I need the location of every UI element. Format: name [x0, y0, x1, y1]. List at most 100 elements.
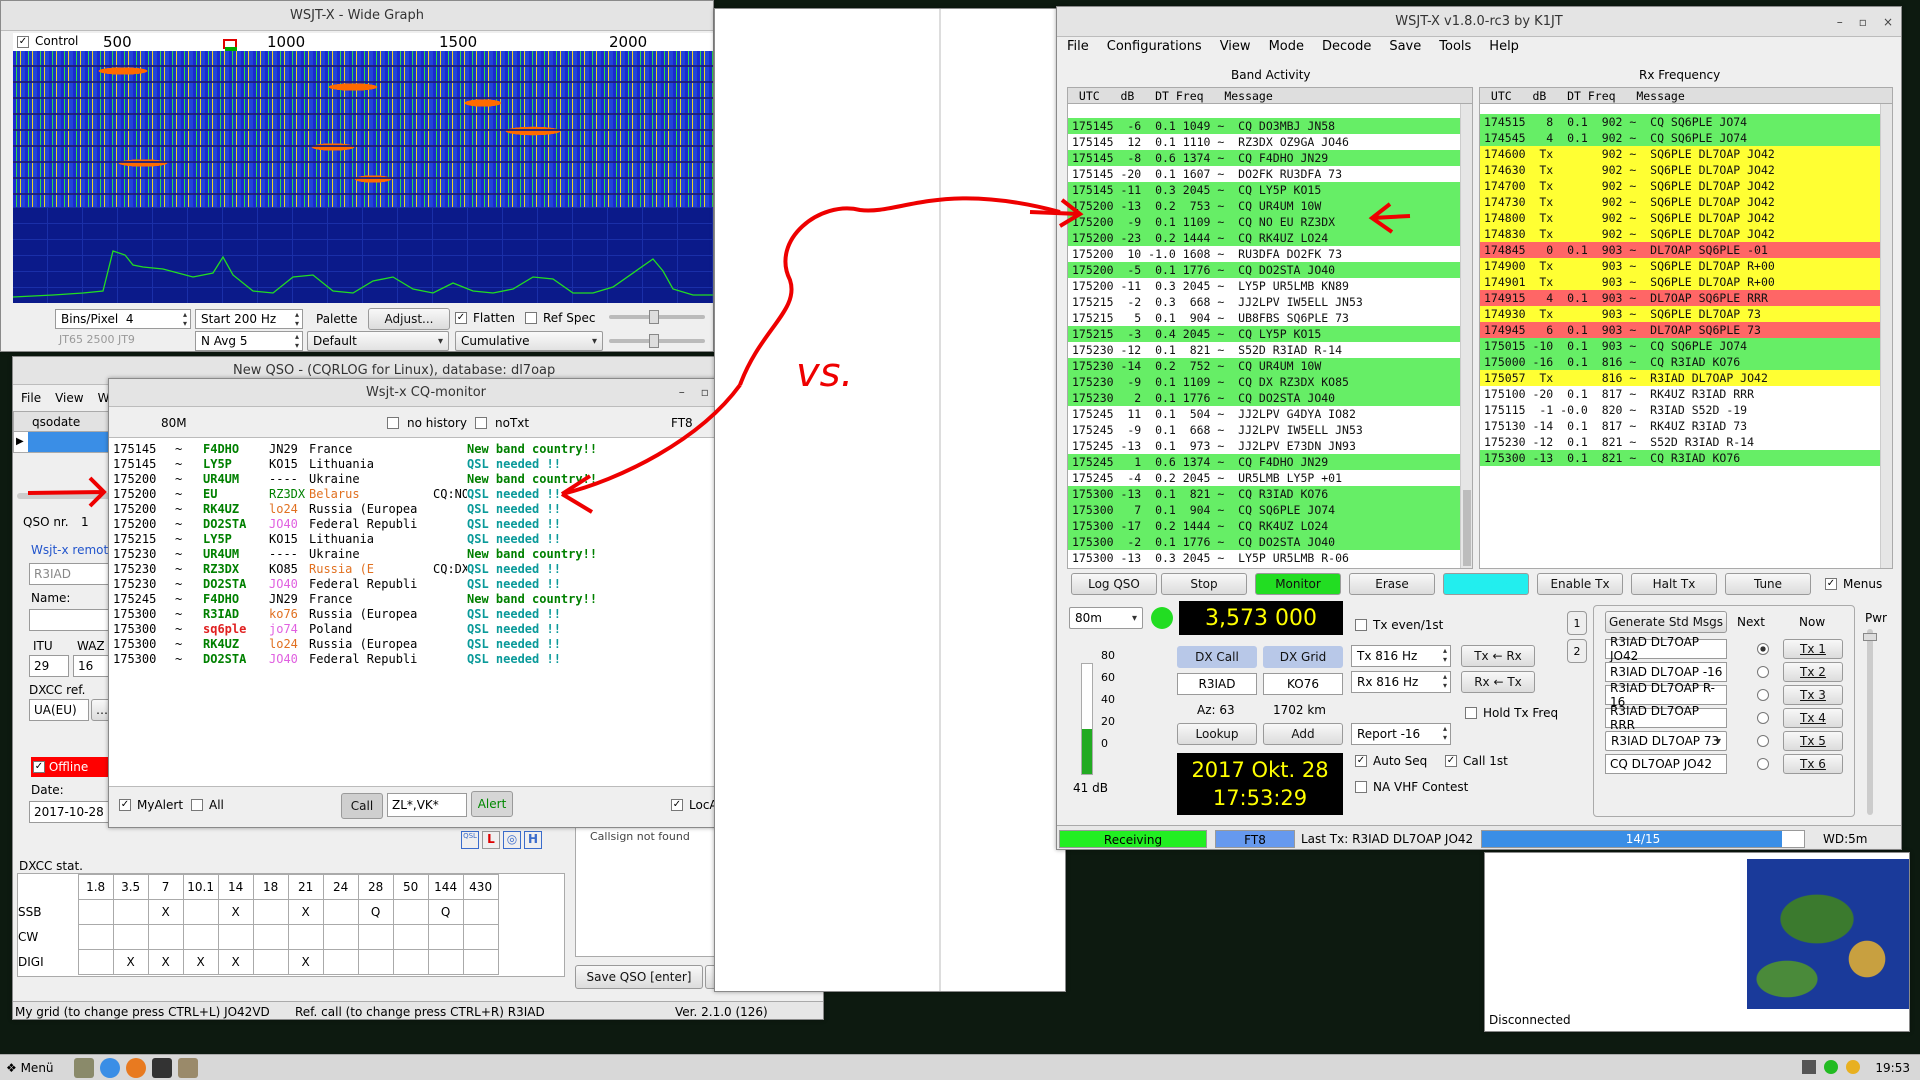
- waz-field[interactable]: 16: [73, 655, 113, 677]
- add-button[interactable]: Add: [1263, 723, 1343, 745]
- name-field[interactable]: [29, 609, 113, 631]
- waterfall-display[interactable]: [13, 51, 713, 207]
- band-activity-row[interactable]: 175200 -5 0.1 1776 ~ CQ DO2STA JO40: [1068, 262, 1460, 278]
- tx-message-5-input[interactable]: R3IAD DL7OAP 73: [1605, 731, 1727, 751]
- erase-button[interactable]: Erase: [1349, 573, 1435, 595]
- gain-slider[interactable]: [609, 310, 705, 324]
- rx-frequency-row[interactable]: 174800 Tx 902 ~ SQ6PLE DL7OAP JO42: [1480, 210, 1880, 226]
- rx-frequency-row[interactable]: 174600 Tx 902 ~ SQ6PLE DL7OAP JO42: [1480, 146, 1880, 162]
- tx-1-button[interactable]: Tx 1: [1783, 639, 1843, 659]
- tx-2-button[interactable]: Tx 2: [1783, 662, 1843, 682]
- generate-std-msgs-button[interactable]: Generate Std Msgs: [1605, 611, 1727, 633]
- rx-frequency-row[interactable]: 174930 Tx 903 ~ SQ6PLE DL7OAP 73: [1480, 306, 1880, 322]
- tx-3-button[interactable]: Tx 3: [1783, 685, 1843, 705]
- localert-checkbox[interactable]: ✓: [671, 799, 683, 811]
- dxcc-ref-field[interactable]: UA(EU): [29, 699, 89, 721]
- chromium-icon[interactable]: [99, 1057, 120, 1078]
- rx-frequency-row[interactable]: 174901 Tx 903 ~ SQ6PLE DL7OAP R+00: [1480, 274, 1880, 290]
- qsodate-grid[interactable]: qsodate ▶: [13, 411, 113, 453]
- save-qso-button[interactable]: Save QSO [enter]: [575, 965, 703, 989]
- power-slider[interactable]: [1863, 629, 1877, 815]
- start-freq-spinbox[interactable]: Start 200 Hz: [195, 309, 303, 329]
- maximize-icon[interactable]: ▫: [1859, 15, 1867, 29]
- rx-frequency-panel[interactable]: UTC dB DT Freq Message 174515 8 0.1 902 …: [1479, 87, 1893, 569]
- menu-decode[interactable]: Decode: [1322, 39, 1371, 54]
- band-activity-row[interactable]: 175200 10 -1.0 1608 ~ RU3DFA DO2FK 73: [1068, 246, 1460, 262]
- band-activity-row[interactable]: 175300 -2 0.1 1776 ~ CQ DO2STA JO40: [1068, 534, 1460, 550]
- cq-monitor-row[interactable]: 175215 ~ LY5P KO15 Lithuania QSL needed !!: [113, 532, 743, 547]
- menu-file[interactable]: File: [1067, 39, 1089, 54]
- call-field[interactable]: R3IAD: [29, 563, 113, 585]
- band-activity-row[interactable]: 175300 -17 0.2 1444 ~ CQ RK4UZ LO24: [1068, 518, 1460, 534]
- tx-from-rx-button[interactable]: Tx ← Rx: [1461, 645, 1535, 667]
- dx-grid-input[interactable]: KO76: [1263, 673, 1343, 695]
- no-history-checkbox[interactable]: [387, 417, 399, 429]
- palette-select[interactable]: Default: [307, 331, 449, 351]
- tx-6-next-radio[interactable]: [1757, 758, 1769, 770]
- cq-monitor-row[interactable]: 175300 ~ R3IAD ko76 Russia (Europea QSL neede…: [113, 607, 743, 622]
- tune-button[interactable]: Tune: [1725, 573, 1811, 595]
- cq-monitor-row[interactable]: 175300 ~ sq6ple jo74 Poland QSL needed !!: [113, 622, 743, 637]
- rx-frequency-row[interactable]: 174915 4 0.1 903 ~ DL7OAP SQ6PLE RRR: [1480, 290, 1880, 306]
- menu-view[interactable]: View: [55, 391, 83, 405]
- band-activity-row[interactable]: 175215 5 0.1 904 ~ UB8FBS SQ6PLE 73: [1068, 310, 1460, 326]
- bins-per-pixel-spinbox[interactable]: Bins/Pixel 4: [55, 309, 191, 329]
- l-icon[interactable]: L: [482, 831, 500, 849]
- minimize-icon[interactable]: –: [679, 385, 685, 399]
- ref-spec-checkbox[interactable]: [525, 312, 537, 324]
- cq-monitor-row[interactable]: 175200 ~ EU RZ3DX Belarus CQ:NO QSL needed !!: [113, 487, 743, 502]
- tray-check-icon[interactable]: [1824, 1060, 1838, 1074]
- cq-monitor-row[interactable]: 175200 ~ RK4UZ lo24 Russia (Europea QSL neede…: [113, 502, 743, 517]
- band-activity-row[interactable]: 175215 -3 0.4 2045 ~ CQ LY5P KO15: [1068, 326, 1460, 342]
- tab-1[interactable]: 1: [1567, 611, 1587, 635]
- rx-frequency-row[interactable]: 175015 -10 0.1 903 ~ CQ SQ6PLE JO74: [1480, 338, 1880, 354]
- cq-monitor-row[interactable]: 175300 ~ DO2STA JO40 Federal Republi QSL need…: [113, 652, 743, 667]
- tx-message-3-input[interactable]: R3IAD DL7OAP R-16: [1605, 681, 1727, 709]
- tx-message-4-input[interactable]: R3IAD DL7OAP RRR: [1605, 704, 1727, 732]
- date-field[interactable]: 2017-10-28: [29, 801, 119, 823]
- tx-2-next-radio[interactable]: [1757, 666, 1769, 678]
- globe-icon[interactable]: ◎: [503, 831, 521, 849]
- close-icon[interactable]: ×: [1883, 15, 1893, 29]
- rx-frequency-row[interactable]: 175100 -20 0.1 817 ~ RK4UZ R3IAD RRR: [1480, 386, 1880, 402]
- cq-monitor-row[interactable]: 175230 ~ DO2STA JO40 Federal Republi QSL need…: [113, 577, 743, 592]
- tx-message-6-input[interactable]: CQ DL7OAP JO42: [1605, 754, 1727, 774]
- band-activity-row[interactable]: 175245 1 0.6 1374 ~ CQ F4DHO JN29: [1068, 454, 1460, 470]
- rx-frequency-row[interactable]: 175115 -1 -0.0 820 ~ R3IAD S52D -19: [1480, 402, 1880, 418]
- tx-4-button[interactable]: Tx 4: [1783, 708, 1843, 728]
- cq-monitor-row[interactable]: 175145 ~ LY5P KO15 Lithuania QSL needed !!: [113, 457, 743, 472]
- wide-graph-titlebar[interactable]: WSJT-X - Wide Graph: [1, 1, 713, 31]
- rx-frequency-row[interactable]: 175300 -13 0.1 821 ~ CQ R3IAD KO76: [1480, 450, 1880, 466]
- rx-frequency-list[interactable]: 174515 8 0.1 902 ~ CQ SQ6PLE JO74 174545 …: [1480, 114, 1880, 466]
- cq-monitor-titlebar[interactable]: Wsjt-x CQ-monitor –▫×: [109, 379, 743, 407]
- band-activity-row[interactable]: 175230 -12 0.1 821 ~ S52D R3IAD R-14: [1068, 342, 1460, 358]
- flatten-checkbox[interactable]: ✓: [455, 312, 467, 324]
- terminal-icon[interactable]: [151, 1057, 172, 1078]
- tx-6-button[interactable]: Tx 6: [1783, 754, 1843, 774]
- menu-mode[interactable]: Mode: [1269, 39, 1304, 54]
- n-avg-spinbox[interactable]: N Avg 5: [195, 331, 303, 351]
- zero-slider[interactable]: [609, 334, 705, 348]
- control-checkbox[interactable]: ✓: [17, 36, 29, 48]
- wsjtx-titlebar[interactable]: WSJT-X v1.8.0-rc3 by K1JT – ▫ ×: [1057, 7, 1901, 37]
- rx-frequency-row[interactable]: 174700 Tx 902 ~ SQ6PLE DL7OAP JO42: [1480, 178, 1880, 194]
- qsodate-selected-row[interactable]: [28, 432, 112, 452]
- cq-monitor-list[interactable]: 175145 ~ F4DHO JN29 France New band country!!…: [109, 437, 743, 787]
- tx-5-next-radio[interactable]: [1757, 735, 1769, 747]
- menu-configurations[interactable]: Configurations: [1107, 39, 1202, 54]
- rx-frequency-row[interactable]: 174730 Tx 902 ~ SQ6PLE DL7OAP JO42: [1480, 194, 1880, 210]
- rx-frequency-row[interactable]: 174830 Tx 902 ~ SQ6PLE DL7OAP JO42: [1480, 226, 1880, 242]
- log-qso-button[interactable]: Log QSO: [1071, 573, 1157, 595]
- tab-2[interactable]: 2: [1567, 639, 1587, 663]
- tx-5-button[interactable]: Tx 5: [1783, 731, 1843, 751]
- band-activity-row[interactable]: 175245 -4 0.2 2045 ~ UR5LMB LY5P +01: [1068, 470, 1460, 486]
- rx-frequency-row[interactable]: 174945 6 0.1 903 ~ DL7OAP SQ6PLE 73: [1480, 322, 1880, 338]
- auto-seq-checkbox[interactable]: ✓: [1355, 755, 1367, 767]
- offline-indicator[interactable]: ✓ Offline: [31, 757, 113, 777]
- band-activity-row[interactable]: 175300 7 0.1 904 ~ CQ SQ6PLE JO74: [1068, 502, 1460, 518]
- qsl-icon[interactable]: QSL: [461, 831, 479, 849]
- start-menu-button[interactable]: ❖ Menü: [6, 1061, 54, 1075]
- notxt-checkbox[interactable]: [475, 417, 487, 429]
- call-1st-checkbox[interactable]: ✓: [1445, 755, 1457, 767]
- rx-frequency-row[interactable]: 175230 -12 0.1 821 ~ S52D R3IAD R-14: [1480, 434, 1880, 450]
